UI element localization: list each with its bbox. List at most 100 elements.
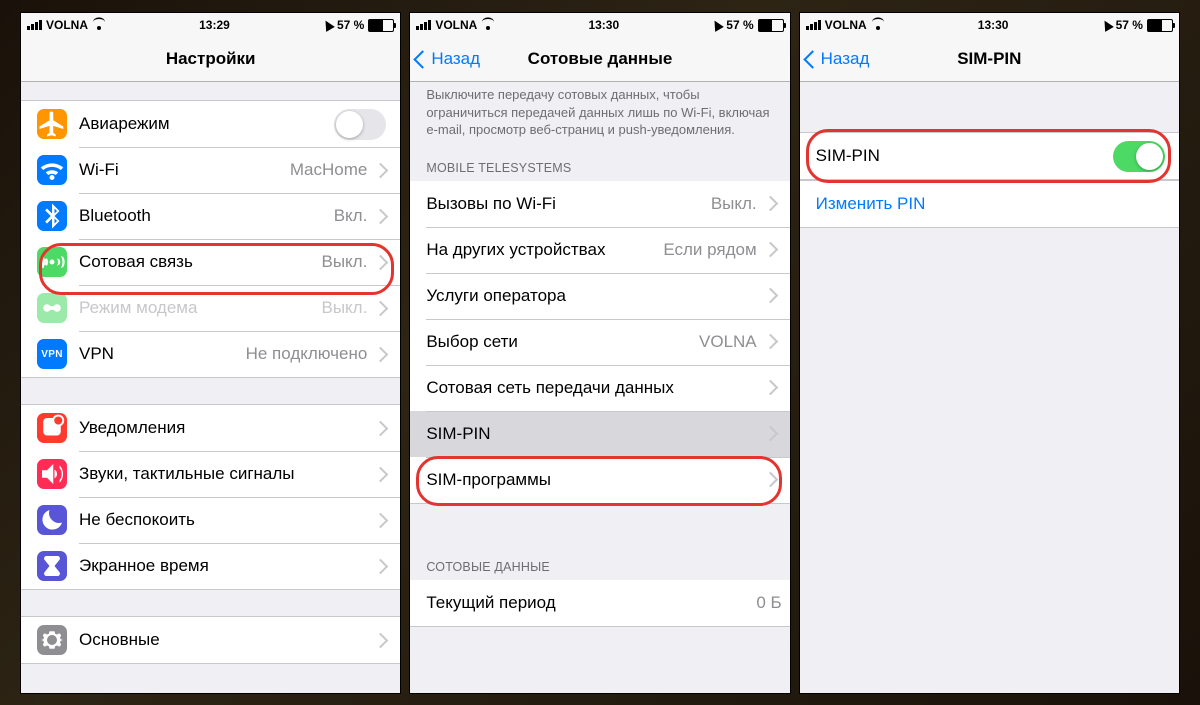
row-bluetooth[interactable]: Bluetooth Вкл. <box>21 193 400 239</box>
row-other-devices[interactable]: На других устройствах Если рядом <box>410 227 789 273</box>
row-network-selection[interactable]: Выбор сети VOLNA <box>410 319 789 365</box>
row-label: Режим модема <box>79 298 321 318</box>
chevron-right-icon <box>762 426 778 442</box>
wifi-icon <box>871 20 885 30</box>
row-general[interactable]: Основные <box>21 616 400 664</box>
row-label: Сотовая связь <box>79 252 321 272</box>
row-label: Wi-Fi <box>79 160 290 180</box>
row-carrier-services[interactable]: Услуги оператора <box>410 273 789 319</box>
back-button[interactable]: Назад <box>416 49 480 69</box>
row-label: Сотовая сеть передачи данных <box>426 378 764 398</box>
row-sounds[interactable]: Звуки, тактильные сигналы <box>21 451 400 497</box>
row-label: SIM-PIN <box>426 424 764 444</box>
nav-title: Сотовые данные <box>528 49 673 69</box>
nav-bar: Настройки <box>21 37 400 82</box>
battery-pct: 57 % <box>337 18 364 32</box>
bluetooth-icon <box>37 201 67 231</box>
row-label: Звуки, тактильные сигналы <box>79 464 375 484</box>
status-bar: VOLNA 13:30 57 % <box>410 13 789 37</box>
chevron-right-icon <box>373 254 389 270</box>
notifications-icon <box>37 413 67 443</box>
carrier: VOLNA <box>46 18 88 32</box>
battery-pct: 57 % <box>1116 18 1143 32</box>
status-bar: VOLNA 13:30 57 % <box>800 13 1179 37</box>
gear-icon <box>37 625 67 655</box>
row-value: 0 Б <box>756 593 781 613</box>
airplane-toggle[interactable] <box>334 109 386 140</box>
row-current-period[interactable]: Текущий период 0 Б <box>410 580 789 627</box>
chevron-right-icon <box>762 472 778 488</box>
row-value: Не подключено <box>246 344 368 364</box>
chevron-left-icon <box>414 50 432 68</box>
chevron-right-icon <box>373 466 389 482</box>
row-label: Bluetooth <box>79 206 334 226</box>
row-dnd[interactable]: Не беспокоить <box>21 497 400 543</box>
battery-pct: 57 % <box>726 18 753 32</box>
back-label: Назад <box>821 49 870 69</box>
row-sim-apps[interactable]: SIM-программы <box>410 457 789 504</box>
row-screentime[interactable]: Экранное время <box>21 543 400 590</box>
row-hotspot[interactable]: Режим модема Выкл. <box>21 285 400 331</box>
chevron-right-icon <box>373 632 389 648</box>
row-value: Выкл. <box>321 298 367 318</box>
battery-icon <box>758 19 784 32</box>
chevron-right-icon <box>373 346 389 362</box>
row-value: VOLNA <box>699 332 757 352</box>
row-vpn[interactable]: VPN VPN Не подключено <box>21 331 400 378</box>
row-label: Текущий период <box>426 593 756 613</box>
signal-icon <box>27 20 42 30</box>
nav-bar: Назад Сотовые данные <box>410 37 789 82</box>
chevron-right-icon <box>373 300 389 316</box>
signal-icon <box>416 20 431 30</box>
chevron-left-icon <box>803 50 821 68</box>
row-airplane-mode[interactable]: Авиарежим <box>21 100 400 147</box>
row-change-pin[interactable]: Изменить PIN <box>800 180 1179 228</box>
status-bar: VOLNA 13:29 57 % <box>21 13 400 37</box>
chevron-right-icon <box>373 162 389 178</box>
row-cellular-data-network[interactable]: Сотовая сеть передачи данных <box>410 365 789 411</box>
screen-sim-pin: VOLNA 13:30 57 % Назад SIM-PIN SIM-PIN И… <box>799 12 1180 694</box>
screentime-icon <box>37 551 67 581</box>
row-wifi-calling[interactable]: Вызовы по Wi-Fi Выкл. <box>410 181 789 227</box>
location-icon <box>321 18 335 32</box>
row-value: Выкл. <box>321 252 367 272</box>
signal-icon <box>806 20 821 30</box>
chevron-right-icon <box>762 242 778 258</box>
chevron-right-icon <box>373 420 389 436</box>
chevron-right-icon <box>762 196 778 212</box>
row-wifi[interactable]: Wi-Fi MacHome <box>21 147 400 193</box>
clock: 13:29 <box>199 18 230 32</box>
row-label: VPN <box>79 344 246 364</box>
row-notifications[interactable]: Уведомления <box>21 404 400 451</box>
sounds-icon <box>37 459 67 489</box>
dnd-icon <box>37 505 67 535</box>
carrier: VOLNA <box>435 18 477 32</box>
row-value: Выкл. <box>711 194 757 214</box>
hotspot-icon <box>37 293 67 323</box>
row-label: Основные <box>79 630 375 650</box>
row-sim-pin-toggle[interactable]: SIM-PIN <box>800 132 1179 180</box>
row-label: Выбор сети <box>426 332 699 352</box>
row-cellular[interactable]: Сотовая связь Выкл. <box>21 239 400 285</box>
chevron-right-icon <box>762 380 778 396</box>
chevron-right-icon <box>762 334 778 350</box>
row-value: MacHome <box>290 160 367 180</box>
chevron-right-icon <box>373 512 389 528</box>
cellular-icon <box>37 247 67 277</box>
section-header: MOBILE TELESYSTEMS <box>410 161 789 181</box>
battery-icon <box>1147 19 1173 32</box>
row-label: Авиарежим <box>79 114 334 134</box>
back-button[interactable]: Назад <box>806 49 870 69</box>
location-icon <box>1100 18 1114 32</box>
row-sim-pin[interactable]: SIM-PIN <box>410 411 789 457</box>
row-value: Вкл. <box>334 206 368 226</box>
nav-title: Настройки <box>166 49 256 69</box>
row-label: Уведомления <box>79 418 375 438</box>
section-header: СОТОВЫЕ ДАННЫЕ <box>410 560 789 580</box>
row-label: SIM-программы <box>426 470 764 490</box>
row-label: SIM-PIN <box>816 146 1113 166</box>
sim-pin-toggle[interactable] <box>1113 141 1165 172</box>
wifi-settings-icon <box>37 155 67 185</box>
row-label: Не беспокоить <box>79 510 375 530</box>
carrier: VOLNA <box>825 18 867 32</box>
